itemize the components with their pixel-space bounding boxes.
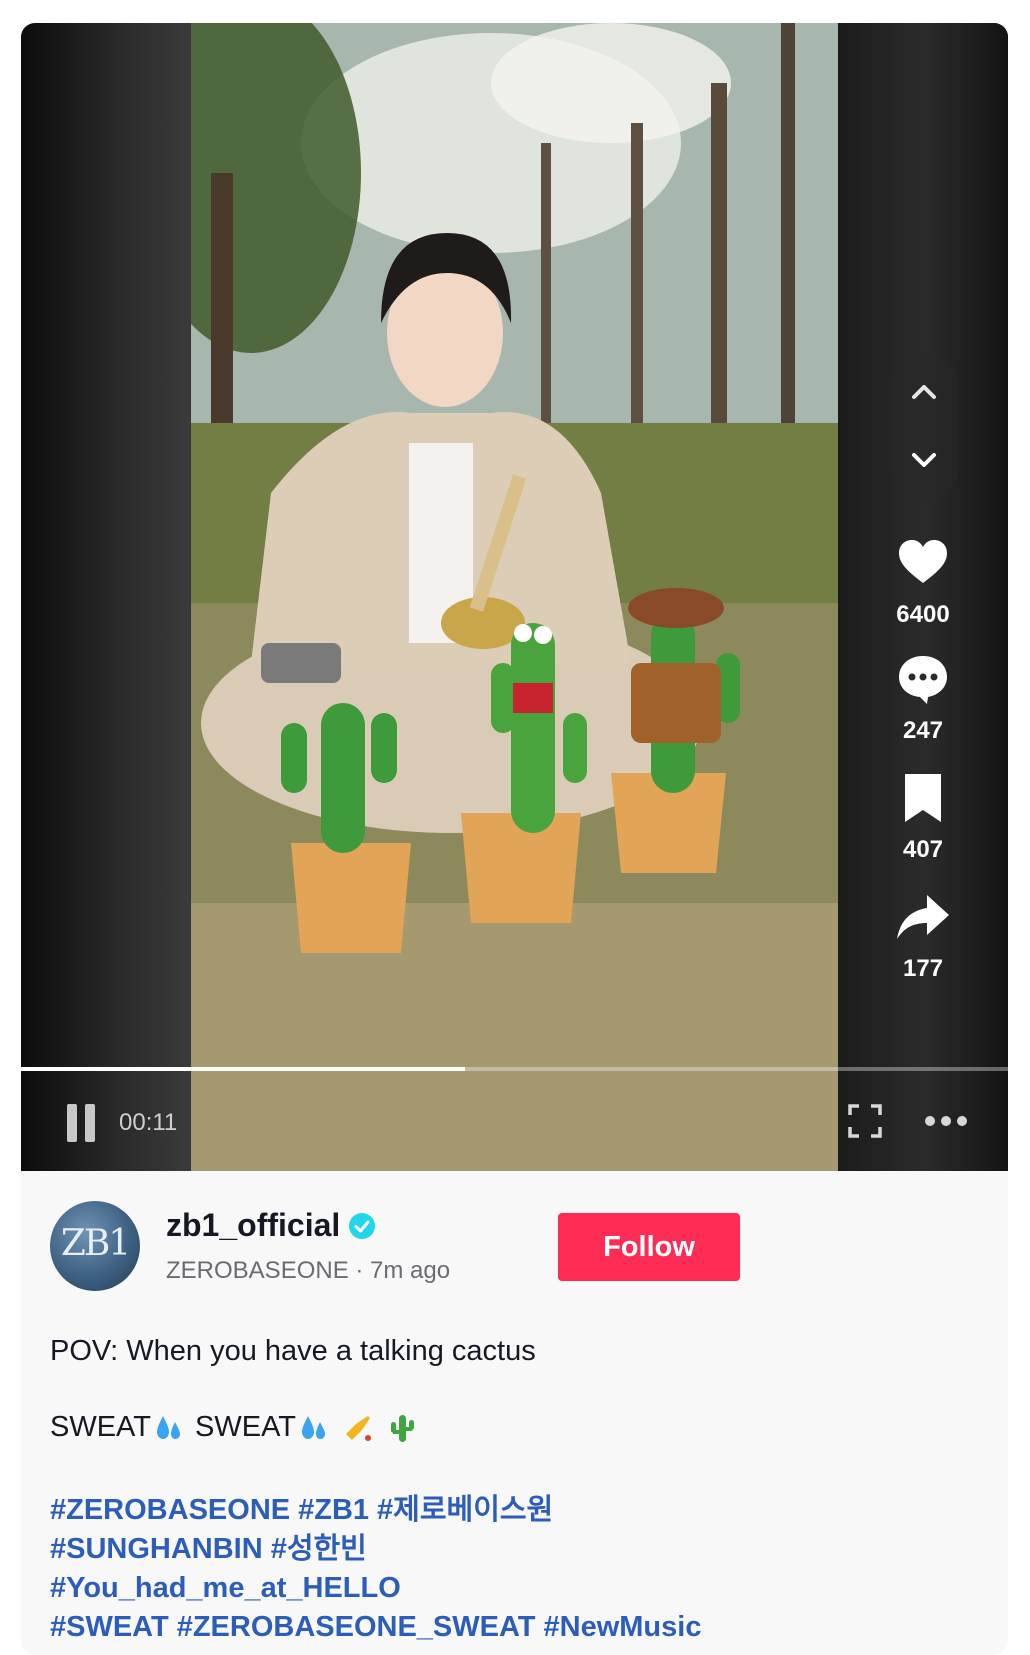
like-action: 6400 <box>885 535 961 629</box>
caption-word: SWEAT <box>195 1411 296 1443</box>
trumpet-icon <box>346 1416 372 1442</box>
avatar-logo: ZB1 <box>60 1223 131 1264</box>
video-card: 00:11 6400 247 407 177 ZB1 zb1_official … <box>21 23 1008 1655</box>
heart-icon[interactable] <box>895 535 951 591</box>
username[interactable]: zb1_official <box>166 1207 340 1244</box>
comment-icon[interactable] <box>895 651 951 707</box>
save-count: 407 <box>902 836 944 863</box>
video-scene <box>191 23 838 1171</box>
hashtag-link[interactable]: #SWEAT <box>50 1611 169 1643</box>
caption-line: POV: When you have a talking cactus <box>50 1335 536 1367</box>
sweat-droplets-icon <box>156 1416 180 1440</box>
video-progress-fill <box>21 1067 466 1071</box>
display-name: ZEROBASEONE <box>166 1257 349 1284</box>
share-icon[interactable] <box>895 889 951 945</box>
fullscreen-icon[interactable] <box>847 1103 883 1139</box>
hashtag-link[interactable]: #ZEROBASEONE <box>50 1494 290 1526</box>
hashtag-link[interactable]: #NewMusic <box>544 1611 702 1643</box>
pause-icon[interactable] <box>65 1104 99 1142</box>
share-action: 177 <box>885 889 961 983</box>
more-icon[interactable] <box>925 1116 969 1128</box>
sweat-droplets-icon <box>302 1416 325 1440</box>
hashtag-link[interactable]: #You_had_me_at_HELLO <box>50 1572 401 1604</box>
caption-word: SWEAT <box>50 1411 151 1443</box>
caption-sweat-line: SWEAT SWEAT <box>50 1411 420 1444</box>
bookmark-icon[interactable] <box>895 770 951 826</box>
subline-separator: · <box>348 1257 371 1284</box>
hashtag-link[interactable]: #제로베이스원 <box>377 1494 553 1526</box>
posted-time: 7m ago <box>370 1257 451 1284</box>
video-progress-bar[interactable] <box>21 1067 1008 1071</box>
comment-count: 247 <box>902 717 944 744</box>
share-count: 177 <box>902 955 944 982</box>
hashtag-line: #ZEROBASEONE #ZB1 #제로베이스원 <box>50 1491 990 1530</box>
hashtag-line: #SWEAT #ZEROBASEONE_SWEAT #NewMusic <box>50 1608 990 1647</box>
save-action: 407 <box>885 770 961 864</box>
cactus-icon <box>391 1415 415 1443</box>
hashtag-link[interactable]: #ZB1 <box>298 1494 369 1526</box>
username-row: zb1_official <box>166 1207 376 1244</box>
hashtag-list: #ZEROBASEONE #ZB1 #제로베이스원 #SUNGHANBIN #성한빈 … <box>50 1491 990 1647</box>
follow-button[interactable]: Follow <box>558 1213 740 1281</box>
hashtag-link[interactable]: #SUNGHANBIN <box>50 1533 263 1565</box>
chevron-down-icon[interactable] <box>889 427 959 497</box>
verified-badge-icon <box>349 1212 376 1239</box>
chevron-up-icon[interactable] <box>889 355 959 425</box>
video-navigation <box>889 351 959 501</box>
like-count: 6400 <box>896 601 950 628</box>
comment-action: 247 <box>885 651 961 745</box>
elapsed-time: 00:11 <box>119 1109 178 1136</box>
hashtag-link[interactable]: #성한빈 <box>271 1533 367 1565</box>
avatar[interactable]: ZB1 <box>50 1201 140 1291</box>
video-frame[interactable] <box>191 23 838 1171</box>
hashtag-link[interactable]: #ZEROBASEONE_SWEAT <box>177 1611 536 1643</box>
video-player[interactable]: 00:11 6400 247 407 177 <box>21 23 1008 1171</box>
hashtag-line: #You_had_me_at_HELLO <box>50 1569 990 1608</box>
author-subline: ZEROBASEONE · 7m ago <box>166 1257 450 1285</box>
hashtag-line: #SUNGHANBIN #성한빈 <box>50 1530 990 1569</box>
